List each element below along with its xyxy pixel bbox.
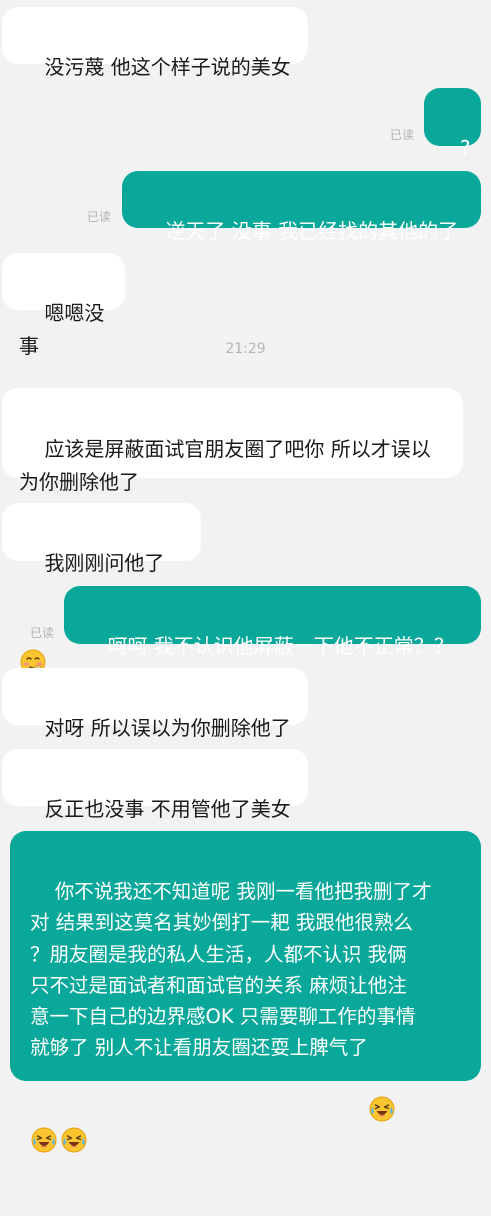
message-incoming[interactable]: 对呀 所以误以为你删除他了 [2, 668, 308, 740]
message-incoming[interactable]: 反正也没事 不用管他了美女 [2, 749, 308, 821]
message-text: 逆天了 没事 我已经找的其他的了 [165, 219, 459, 243]
crying-laughing-icon [369, 1034, 395, 1122]
chat-thread: 没污蔑 他这个样子说的美女 已读 ? 已读 逆天了 没事 我已经找的其他的了 嗯… [0, 0, 491, 1153]
message-text: 呵呵 我不认识他屏蔽一下他不正常？？ [107, 634, 454, 658]
read-receipt: 已读 [87, 210, 112, 224]
message-text: 应该是屏蔽面试官朋友圈了吧你 所以才误以 为你删除他了 [19, 437, 431, 494]
shy-smile-icon [20, 583, 46, 674]
crying-laughing-icon [61, 1065, 87, 1153]
message-incoming[interactable]: 应该是屏蔽面试官朋友圈了吧你 所以才误以 为你删除他了 [2, 388, 463, 494]
message-text: 我刚刚问他了 [44, 551, 165, 575]
message-text: 你不说我还不知道呢 我刚一看他把我删了才 对 结果到这莫名其妙倒打一耙 我跟他很… [30, 880, 432, 1060]
message-text: 反正也没事 不用管他了美女 [44, 797, 291, 821]
message-incoming[interactable]: 我刚刚问他了 [2, 503, 201, 674]
message-incoming[interactable]: 嗯嗯没事 [2, 253, 125, 358]
message-text: ? [459, 136, 471, 160]
message-outgoing[interactable]: 你不说我还不知道呢 我刚一看他把我删了才 对 结果到这莫名其妙倒打一耙 我跟他很… [10, 831, 481, 1153]
message-outgoing[interactable]: 逆天了 没事 我已经找的其他的了 [122, 171, 481, 243]
crying-laughing-icon [31, 1065, 57, 1153]
message-outgoing[interactable]: 呵呵 我不认识他屏蔽一下他不正常？？ [64, 586, 481, 658]
read-receipt: 已读 [30, 626, 55, 640]
message-text: 对呀 所以误以为你删除他了 [44, 716, 291, 740]
read-receipt: 已读 [390, 128, 415, 142]
message-incoming[interactable]: 没污蔑 他这个样子说的美女 [2, 7, 308, 79]
message-timestamp: 21:29 [225, 341, 266, 357]
message-text: 没污蔑 他这个样子说的美女 [44, 55, 291, 79]
message-outgoing[interactable]: ? [424, 88, 481, 160]
